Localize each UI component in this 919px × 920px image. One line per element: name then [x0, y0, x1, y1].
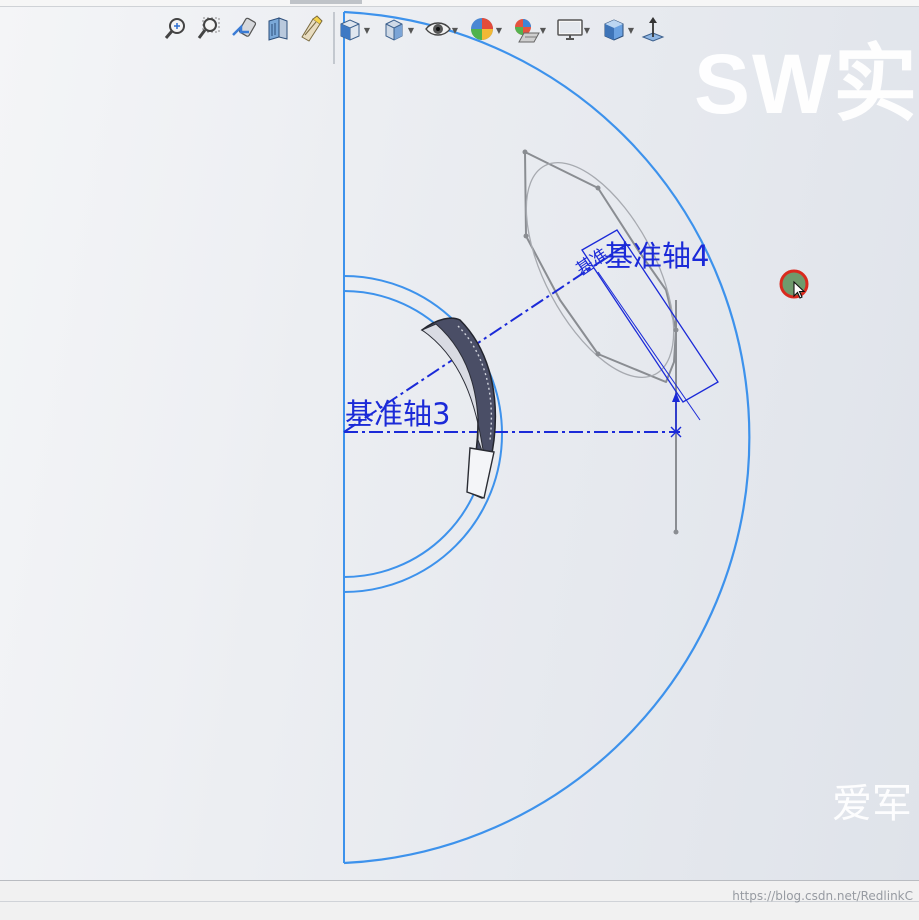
- sketch-point[interactable]: [595, 185, 601, 191]
- edit-appearance-icon: [471, 18, 493, 40]
- hide-show-items-button[interactable]: ▼: [416, 12, 460, 46]
- display-style-icon: [385, 19, 403, 41]
- axis4-label[interactable]: 基准轴4: [604, 239, 709, 273]
- previous-view-icon: [232, 17, 257, 37]
- dynamic-annotation-button[interactable]: [294, 12, 328, 46]
- zoom-to-fit-button[interactable]: [158, 12, 192, 46]
- swept-feature-tip: [466, 447, 495, 499]
- view-settings-icon: [557, 19, 583, 40]
- zoom-to-fit-icon: [164, 18, 185, 39]
- apply-scene-button[interactable]: ▼: [504, 12, 548, 46]
- graphics-viewport[interactable]: 基准 基准轴3 基准轴4 ▼ ▼ ▼ ▼ ▼ ▼ ▼ SW实 爱军: [0, 0, 919, 880]
- view-orientation-icon: [340, 19, 360, 41]
- sketch-point[interactable]: [522, 149, 528, 155]
- chevron-down-icon[interactable]: ▼: [452, 26, 458, 35]
- section-view-icon: [268, 17, 288, 41]
- status-bar: https://blog.csdn.net/RedlinkC: [0, 880, 919, 920]
- axis3-label[interactable]: 基准轴3: [345, 397, 450, 431]
- source-url-watermark: https://blog.csdn.net/RedlinkC: [732, 889, 913, 903]
- view-settings-button[interactable]: ▼: [548, 12, 592, 46]
- display-style-button[interactable]: ▼: [372, 12, 416, 46]
- normal-to-button[interactable]: [636, 12, 670, 46]
- sketch-point[interactable]: [595, 351, 601, 357]
- apply-scene-icon: [515, 19, 540, 43]
- edit-appearance-button[interactable]: ▼: [460, 12, 504, 46]
- zoom-to-area-icon: [197, 17, 220, 39]
- sketch-point[interactable]: [523, 233, 529, 239]
- reference-plane-edge: [597, 271, 701, 421]
- section-view-button[interactable]: [260, 12, 294, 46]
- hide-show-items-icon: [425, 22, 451, 36]
- chevron-down-icon[interactable]: ▼: [584, 26, 590, 35]
- brand-watermark: SW实: [694, 37, 919, 131]
- chevron-down-icon[interactable]: ▼: [364, 26, 370, 35]
- chevron-down-icon[interactable]: ▼: [540, 26, 546, 35]
- chevron-down-icon[interactable]: ▼: [496, 26, 502, 35]
- chevron-down-icon[interactable]: ▼: [628, 26, 634, 35]
- rotate-view-button[interactable]: ▼: [592, 12, 636, 46]
- normal-to-icon: [641, 17, 665, 42]
- previous-view-button[interactable]: [226, 12, 260, 46]
- rotate-view-icon: [604, 19, 624, 41]
- sketch-point[interactable]: [673, 529, 679, 535]
- view-orientation-button[interactable]: ▼: [328, 12, 372, 46]
- zoom-to-area-button[interactable]: [192, 12, 226, 46]
- dynamic-annotation-icon: [301, 15, 323, 42]
- chevron-down-icon[interactable]: ▼: [408, 26, 414, 35]
- pointer-cursor: [779, 269, 809, 299]
- outer-arc[interactable]: [343, 10, 751, 865]
- model-scene[interactable]: 基准 基准轴3 基准轴4: [0, 0, 919, 880]
- direction-arrow-head: [672, 392, 680, 402]
- corner-watermark: 爱军: [832, 781, 912, 827]
- heads-up-view-toolbar: ▼ ▼ ▼ ▼ ▼ ▼ ▼: [158, 10, 670, 48]
